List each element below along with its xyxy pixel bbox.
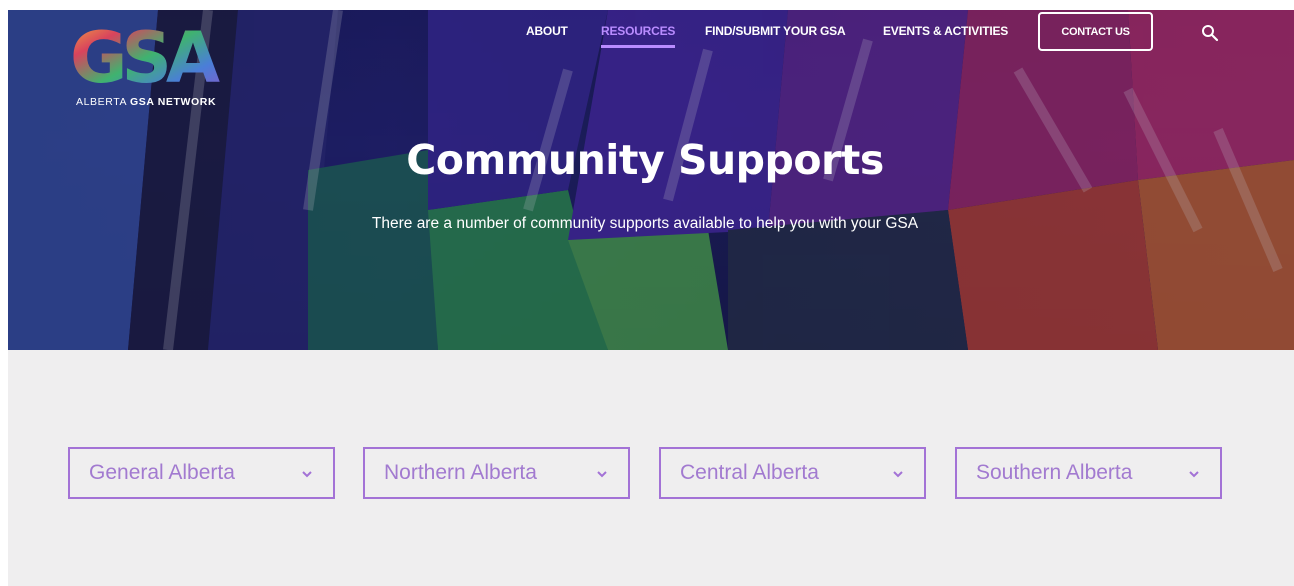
nav-events-activities[interactable]: EVENTS & ACTIVITIES — [883, 24, 1008, 38]
chevron-down-icon — [893, 471, 903, 478]
region-select-label: Central Alberta — [680, 461, 819, 484]
nav-about[interactable]: ABOUT — [526, 24, 568, 38]
region-select-central[interactable]: Central Alberta — [659, 447, 926, 499]
search-icon[interactable] — [1201, 24, 1219, 42]
region-select-label: Southern Alberta — [976, 461, 1133, 484]
region-select-label: Northern Alberta — [384, 461, 537, 484]
page: GSA ALBERTA GSA NETWORK ABOUT RESOURCES … — [8, 10, 1294, 586]
page-title: Community Supports — [406, 136, 884, 184]
region-select-southern[interactable]: Southern Alberta — [955, 447, 1222, 499]
contact-us-button[interactable]: CONTACT US — [1038, 12, 1153, 51]
main-nav: ABOUT RESOURCES FIND/SUBMIT YOUR GSA EVE… — [8, 10, 1294, 60]
region-select-label: General Alberta — [89, 461, 235, 484]
region-select-general[interactable]: General Alberta — [68, 447, 335, 499]
hero-banner: GSA ALBERTA GSA NETWORK ABOUT RESOURCES … — [8, 10, 1294, 350]
logo-tagline: ALBERTA GSA NETWORK — [76, 96, 217, 108]
chevron-down-icon — [597, 471, 607, 478]
region-select-northern[interactable]: Northern Alberta — [363, 447, 630, 499]
nav-find-submit-gsa[interactable]: FIND/SUBMIT YOUR GSA — [705, 24, 846, 38]
nav-resources[interactable]: RESOURCES — [601, 24, 676, 48]
chevron-down-icon — [302, 471, 312, 478]
chevron-down-icon — [1189, 471, 1199, 478]
page-subtitle: There are a number of community supports… — [371, 215, 919, 232]
